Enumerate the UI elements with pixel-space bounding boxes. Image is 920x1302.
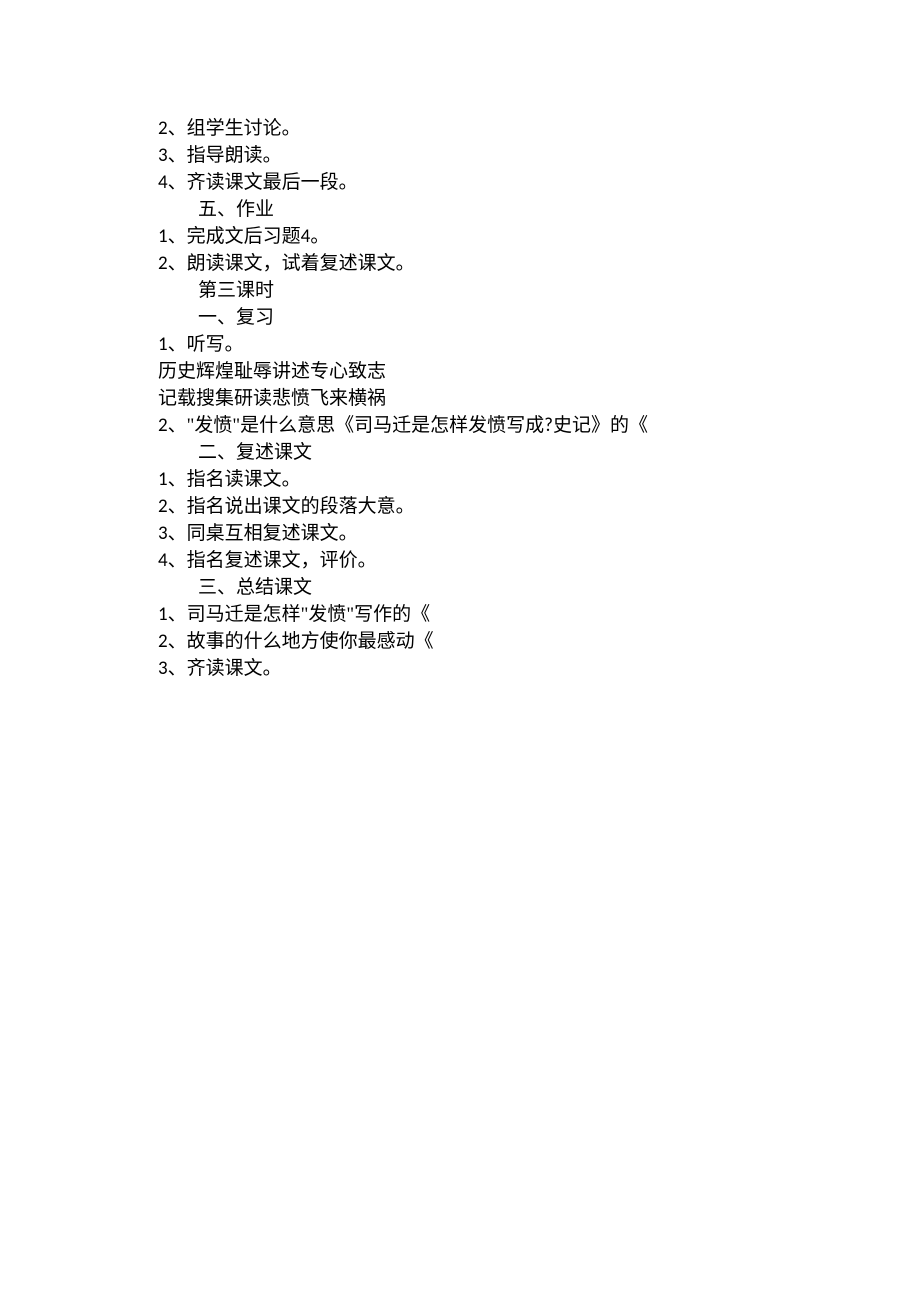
line-text-after: 。: [310, 226, 329, 247]
text-line: 第三课时: [120, 277, 800, 304]
line-text: 故事的什么地方使你最感动《: [187, 631, 434, 652]
list-punct: 、: [168, 496, 187, 517]
text-line: 2、故事的什么地方使你最感动《: [120, 628, 800, 655]
text-line: 4、齐读课文最后一段。: [120, 169, 800, 196]
inline-number: ?: [544, 414, 553, 437]
list-number: 3: [158, 657, 168, 680]
text-line: 五、作业: [120, 196, 800, 223]
line-text: 齐读课文最后一段。: [187, 172, 358, 193]
text-line: 1、指名读课文。: [120, 466, 800, 493]
text-line: 4、指名复述课文，评价。: [120, 547, 800, 574]
text-line: 1、完成文后习题4。: [120, 223, 800, 250]
inline-number: 4: [301, 225, 311, 248]
text-line: 2、指名说出课文的段落大意。: [120, 493, 800, 520]
text-line: 2、组学生讨论。: [120, 115, 800, 142]
list-punct: 、: [168, 253, 187, 274]
list-punct: 、: [168, 118, 187, 139]
line-text: 三、总结课文: [198, 577, 312, 598]
line-text: 第三课时: [198, 280, 274, 301]
line-text: "发愤"是什么意思《司马迁是怎样发愤写成: [187, 415, 545, 436]
list-number: 4: [158, 171, 168, 194]
list-number: 2: [158, 414, 168, 437]
line-text: 指名说出课文的段落大意。: [187, 496, 415, 517]
text-line: 历史辉煌耻辱讲述专心致志: [120, 358, 800, 385]
line-text: 记载搜集研读悲愤飞来横祸: [158, 388, 386, 409]
line-text: 听写。: [187, 334, 244, 355]
text-line: 2、朗读课文，试着复述课文。: [120, 250, 800, 277]
list-number: 3: [158, 144, 168, 167]
text-line: 1、司马迁是怎样"发愤"写作的《: [120, 601, 800, 628]
list-punct: 、: [168, 658, 187, 679]
list-punct: 、: [168, 604, 187, 625]
list-number: 1: [158, 603, 168, 626]
list-punct: 、: [168, 145, 187, 166]
line-text: 齐读课文。: [187, 658, 282, 679]
line-text: 二、复述课文: [198, 442, 312, 463]
line-text: 指名复述课文，评价。: [187, 550, 377, 571]
list-number: 2: [158, 630, 168, 653]
list-punct: 、: [168, 469, 187, 490]
line-text: 五、作业: [198, 199, 274, 220]
line-text: 指导朗读。: [187, 145, 282, 166]
text-line: 三、总结课文: [120, 574, 800, 601]
line-text: 同桌互相复述课文。: [187, 523, 358, 544]
text-line: 一、复习: [120, 304, 800, 331]
line-text: 组学生讨论。: [187, 118, 301, 139]
text-line: 1、听写。: [120, 331, 800, 358]
line-text: 一、复习: [198, 307, 274, 328]
text-line: 记载搜集研读悲愤飞来横祸: [120, 385, 800, 412]
list-number: 4: [158, 549, 168, 572]
list-punct: 、: [168, 523, 187, 544]
line-text-after: 史记》的《: [553, 415, 648, 436]
list-number: 2: [158, 117, 168, 140]
line-text: 司马迁是怎样"发愤"写作的《: [187, 604, 431, 625]
list-punct: 、: [168, 631, 187, 652]
list-punct: 、: [168, 415, 187, 436]
list-number: 2: [158, 252, 168, 275]
line-text: 朗读课文，试着复述课文。: [187, 253, 415, 274]
text-line: 二、复述课文: [120, 439, 800, 466]
text-line: 3、齐读课文。: [120, 655, 800, 682]
text-line: 3、指导朗读。: [120, 142, 800, 169]
text-line: 2、"发愤"是什么意思《司马迁是怎样发愤写成?史记》的《: [120, 412, 800, 439]
text-line: 3、同桌互相复述课文。: [120, 520, 800, 547]
list-punct: 、: [168, 550, 187, 571]
list-number: 3: [158, 522, 168, 545]
list-number: 1: [158, 468, 168, 491]
list-punct: 、: [168, 226, 187, 247]
list-punct: 、: [168, 172, 187, 193]
list-number: 1: [158, 333, 168, 356]
document-page: 2、组学生讨论。3、指导朗读。4、齐读课文最后一段。五、作业1、完成文后习题4。…: [0, 0, 920, 682]
line-text: 指名读课文。: [187, 469, 301, 490]
list-number: 2: [158, 495, 168, 518]
list-punct: 、: [168, 334, 187, 355]
list-number: 1: [158, 225, 168, 248]
line-text: 完成文后习题: [187, 226, 301, 247]
line-text: 历史辉煌耻辱讲述专心致志: [158, 361, 386, 382]
